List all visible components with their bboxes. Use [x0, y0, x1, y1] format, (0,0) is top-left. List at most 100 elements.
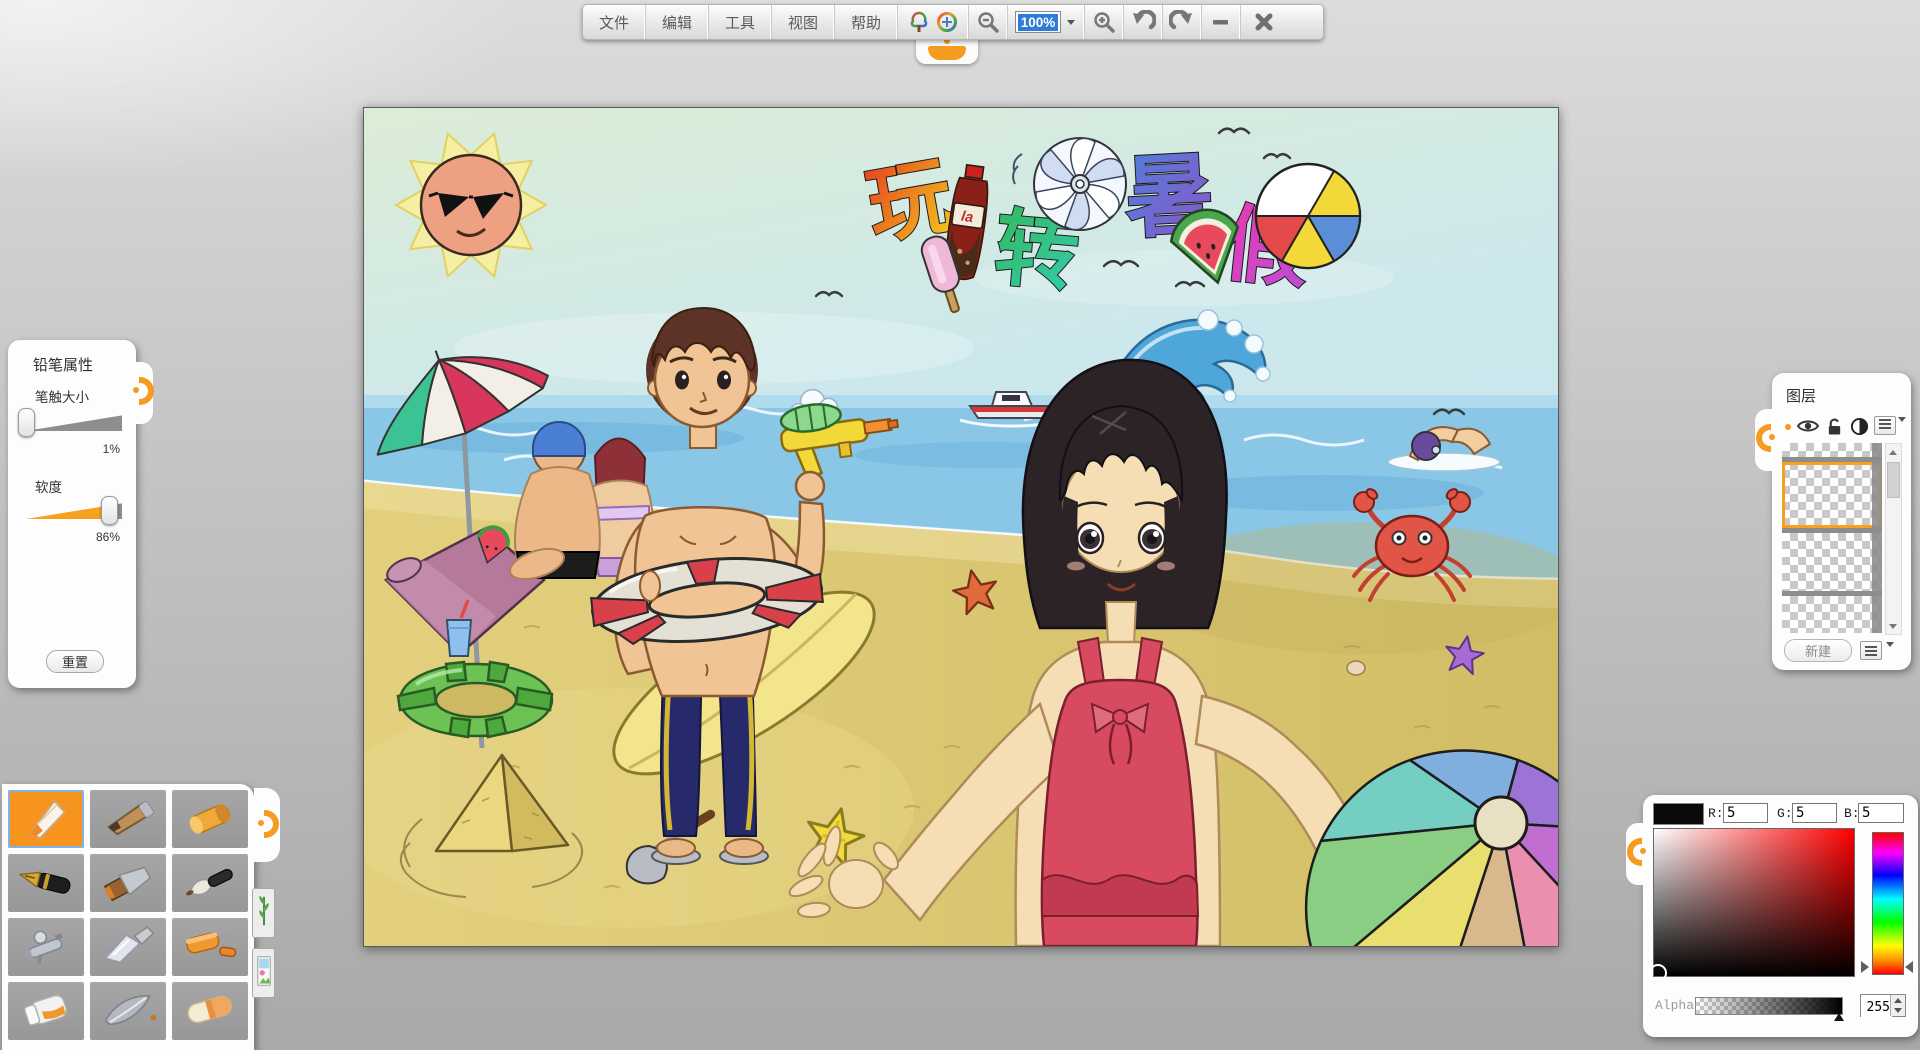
- menu-edit[interactable]: 编辑: [646, 5, 709, 39]
- brush-size-label: 笔触大小: [35, 386, 89, 406]
- layers-bottom-menu-caret[interactable]: [1886, 647, 1894, 665]
- main-toolbar: 文件 编辑 工具 视图 帮助 100%: [582, 4, 1324, 40]
- stamp-plant-button[interactable]: [252, 888, 275, 938]
- scroll-up-button[interactable]: [1886, 445, 1899, 459]
- saturation-value-square[interactable]: [1653, 828, 1855, 977]
- color-panel-handle[interactable]: [1626, 823, 1648, 885]
- picture-stamp-icon: [256, 951, 272, 996]
- undo-icon: [1130, 10, 1156, 34]
- layer-list-edge: [1872, 443, 1882, 633]
- alpha-input[interactable]: [1861, 995, 1892, 1018]
- brush-size-slider-handle[interactable]: [18, 408, 35, 437]
- layer-thumbnail-top[interactable]: [1782, 443, 1882, 457]
- tool-paint-roller[interactable]: [172, 918, 248, 976]
- alpha-label: Alpha: [1655, 998, 1694, 1013]
- tool-panel-handle[interactable]: [254, 788, 280, 862]
- r-label: R:: [1708, 806, 1724, 821]
- zoom-in-button[interactable]: [1085, 5, 1124, 39]
- drawing-canvas[interactable]: 玩 转 暑 假 la: [363, 107, 1559, 947]
- alpha-spinner: [1860, 994, 1906, 1017]
- tool-crayon[interactable]: [172, 790, 248, 848]
- close-icon: [1252, 10, 1276, 34]
- layers-panel-handle[interactable]: [1755, 409, 1777, 471]
- handle-dot-icon: [1640, 848, 1646, 854]
- minimize-button[interactable]: [1202, 5, 1241, 39]
- redo-button[interactable]: [1163, 5, 1202, 39]
- alpha-bar[interactable]: [1695, 997, 1843, 1015]
- layer-scrollbar[interactable]: [1885, 443, 1902, 635]
- app-window: 玩 转 暑 假 la: [0, 0, 1920, 1050]
- zoom-level-combobox[interactable]: 100%: [1008, 5, 1085, 39]
- layers-bottom-menu-button[interactable]: [1860, 641, 1882, 660]
- scroll-down-button[interactable]: [1886, 619, 1899, 633]
- layer-thumbnail-active[interactable]: [1782, 462, 1882, 528]
- g-input[interactable]: [1792, 803, 1837, 823]
- layer-thumbnail-bottom[interactable]: [1782, 596, 1882, 633]
- menu-view[interactable]: 视图: [772, 5, 835, 39]
- close-button[interactable]: [1241, 5, 1287, 39]
- shell-2: [1347, 661, 1365, 675]
- zoom-out-icon: [976, 10, 1000, 34]
- handle-arc-icon: [139, 377, 154, 405]
- zoom-dropdown-caret[interactable]: [1065, 12, 1077, 32]
- title-beach-ball: [1256, 164, 1360, 268]
- app-logo-buttons[interactable]: [898, 5, 969, 39]
- color-picker-panel: R: G: B: Alpha: [1643, 795, 1918, 1037]
- menu-tools[interactable]: 工具: [709, 5, 772, 39]
- hue-bar[interactable]: [1872, 832, 1904, 975]
- softness-slider-handle[interactable]: [101, 496, 118, 525]
- minimize-icon: [1209, 10, 1233, 34]
- new-layer-button[interactable]: 新建: [1784, 639, 1852, 662]
- tool-airbrush[interactable]: [8, 918, 84, 976]
- layer-menu-caret[interactable]: [1898, 422, 1906, 440]
- softness-value: 86%: [96, 530, 120, 544]
- layer-menu-button[interactable]: [1874, 416, 1896, 435]
- handle-arc-icon: [264, 810, 279, 838]
- layer-controls-row: [1782, 415, 1900, 437]
- softness-label: 软度: [35, 476, 62, 496]
- tool-flat-brush[interactable]: [90, 854, 166, 912]
- tool-fountain-pen[interactable]: [8, 854, 84, 912]
- zoom-level-value: 100%: [1018, 14, 1059, 31]
- handle-dot-icon: [1769, 434, 1775, 440]
- layers-panel: 图层 新建: [1772, 373, 1911, 670]
- layer-list: [1782, 443, 1882, 633]
- scrollbar-thumb[interactable]: [1887, 462, 1900, 498]
- toolbar-collapse-handle[interactable]: [916, 37, 978, 64]
- tool-ink-brush[interactable]: [172, 854, 248, 912]
- menu-help[interactable]: 帮助: [835, 5, 898, 39]
- menu-file[interactable]: 文件: [583, 5, 646, 39]
- alpha-marker[interactable]: [1834, 1013, 1844, 1021]
- zoom-in-icon: [1092, 10, 1116, 34]
- stamp-picture-button[interactable]: [252, 948, 275, 998]
- brush-size-value: 1%: [103, 442, 120, 456]
- sv-cursor[interactable]: [1649, 964, 1667, 982]
- beach-scene: 玩 转 暑 假 la: [364, 108, 1558, 946]
- pencil-panel-handle[interactable]: [131, 362, 153, 424]
- current-color-swatch: [1653, 803, 1704, 825]
- active-dot-icon: [1785, 424, 1791, 430]
- pencil-properties-panel: 铅笔属性 笔触大小 1% 软度 86% 重置: [8, 340, 136, 688]
- tool-eraser[interactable]: [172, 982, 248, 1040]
- plant-stamp-icon: [256, 891, 272, 936]
- reset-button[interactable]: 重置: [46, 650, 104, 673]
- tool-quill[interactable]: [90, 982, 166, 1040]
- r-input[interactable]: [1723, 803, 1768, 823]
- undo-button[interactable]: [1124, 5, 1163, 39]
- tool-wood-pen[interactable]: [90, 790, 166, 848]
- pencil-panel-title: 铅笔属性: [33, 354, 93, 375]
- tool-pencil[interactable]: [8, 790, 84, 848]
- alpha-down-button[interactable]: [1894, 1008, 1902, 1013]
- g-label: G:: [1777, 806, 1793, 821]
- svg-text:la: la: [960, 209, 974, 227]
- rainbow-tree-icon: [907, 10, 931, 34]
- redo-icon: [1169, 10, 1195, 34]
- tool-paint-jar[interactable]: [8, 982, 84, 1040]
- alpha-up-button[interactable]: [1894, 998, 1902, 1003]
- layer-thumbnail[interactable]: [1782, 533, 1882, 591]
- zoom-out-button[interactable]: [969, 5, 1008, 39]
- hue-marker-left[interactable]: [1861, 961, 1869, 973]
- tool-palette-knife[interactable]: [90, 918, 166, 976]
- hue-marker-right[interactable]: [1905, 961, 1913, 973]
- b-input[interactable]: [1858, 803, 1904, 823]
